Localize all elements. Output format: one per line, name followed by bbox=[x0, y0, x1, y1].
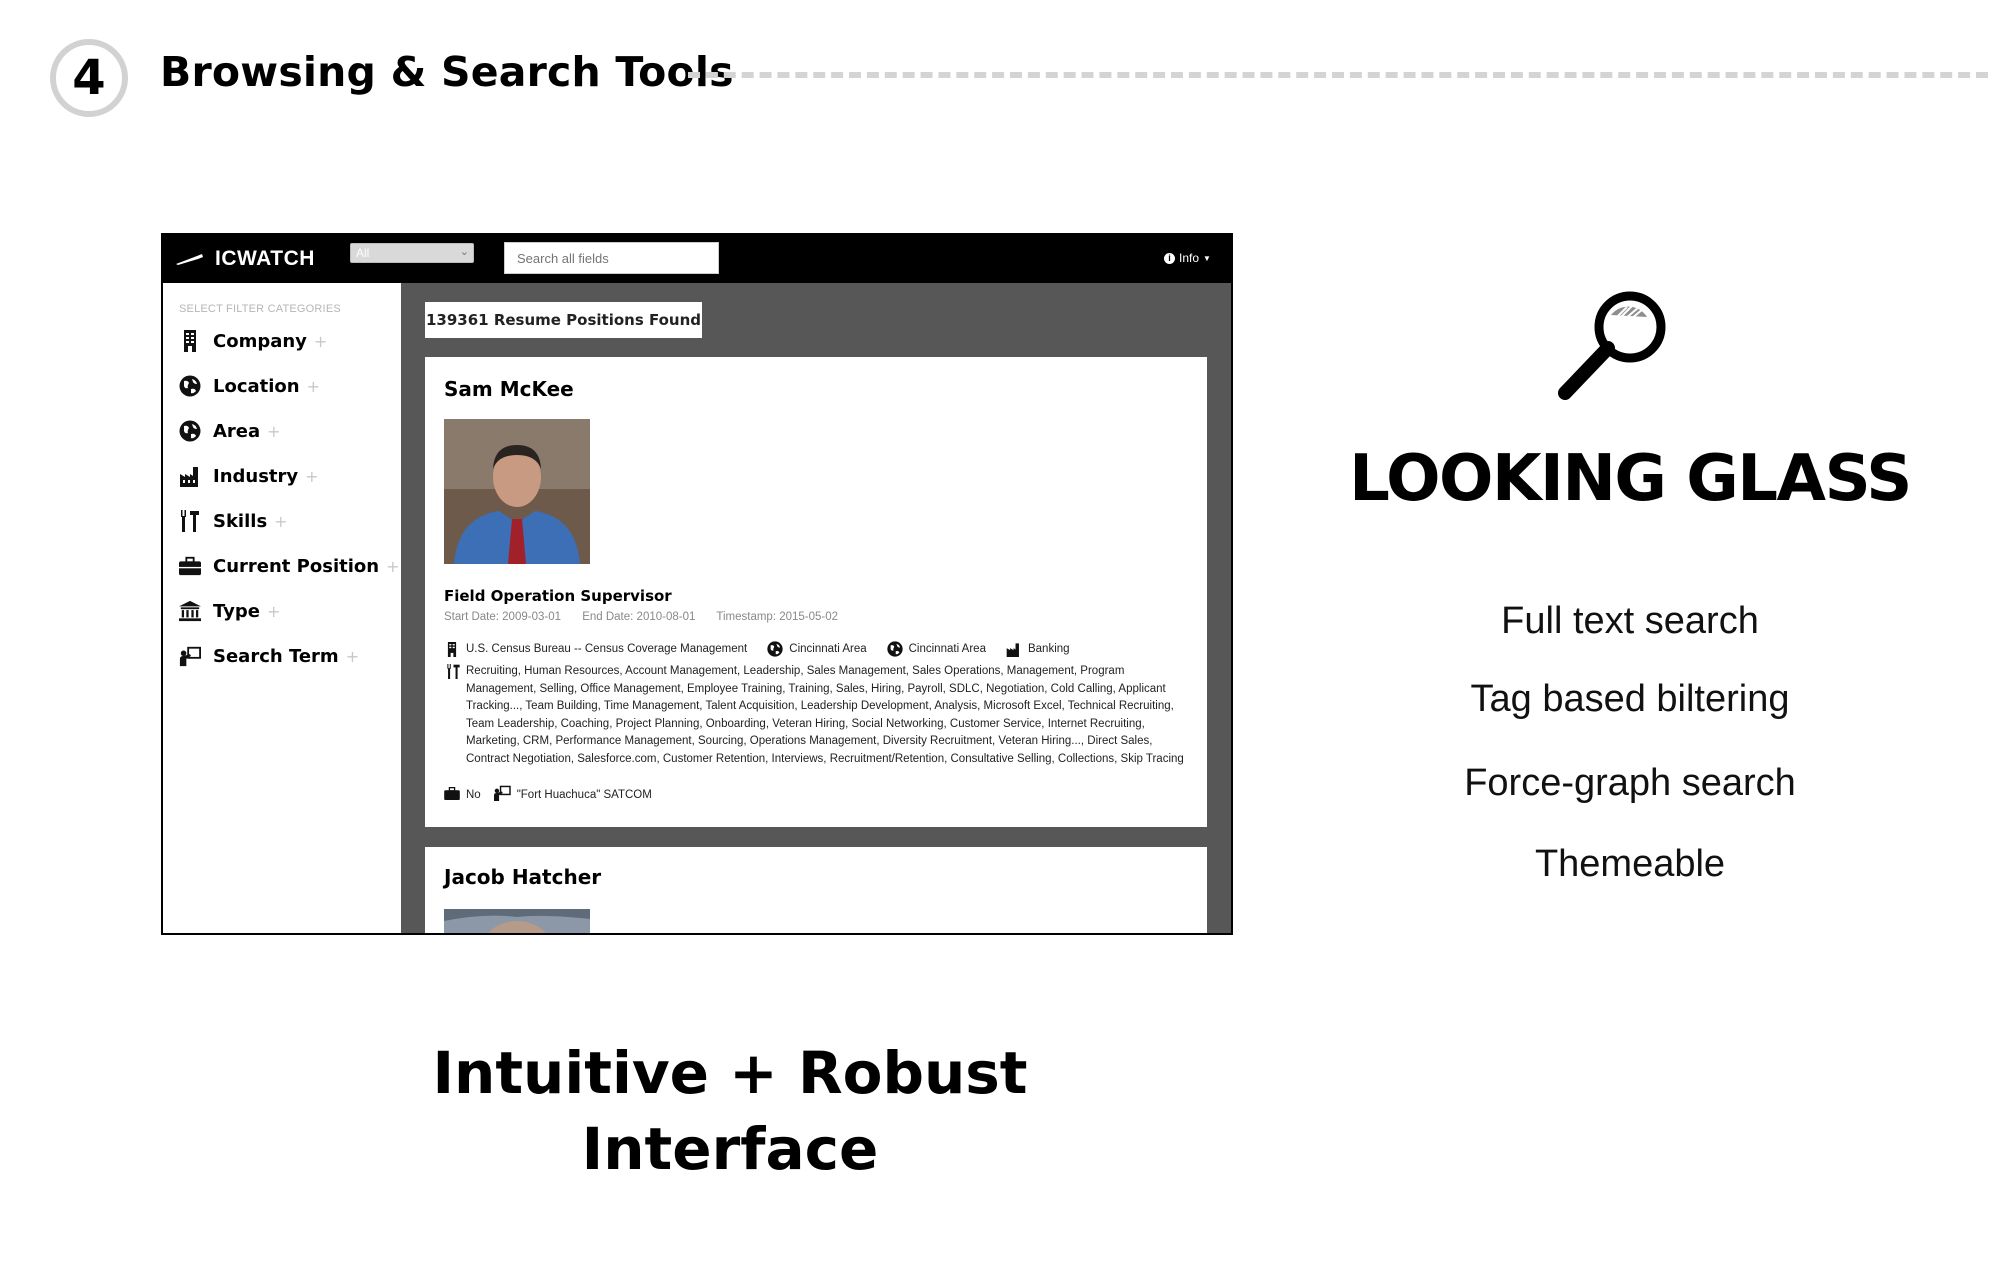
industry-tag[interactable]: Banking bbox=[1028, 643, 1070, 655]
plus-icon: + bbox=[274, 511, 288, 531]
filter-search-term[interactable]: Search Term + bbox=[179, 643, 359, 669]
filter-sidebar: SELECT FILTER CATEGORIES Company + Locati… bbox=[163, 283, 401, 933]
magnifier-icon bbox=[1555, 285, 1675, 405]
company-tag[interactable]: U.S. Census Bureau -- Census Coverage Ma… bbox=[466, 643, 747, 655]
filter-area[interactable]: Area + bbox=[179, 418, 281, 444]
person-name[interactable]: Sam McKee bbox=[444, 377, 574, 401]
briefcase-icon bbox=[444, 786, 460, 803]
category-select-value: All bbox=[356, 246, 370, 260]
position-dates: Start Date: 2009-03-01 End Date: 2010-08… bbox=[444, 611, 856, 623]
globe-icon bbox=[767, 641, 783, 657]
search-input[interactable] bbox=[504, 242, 719, 274]
navbar: ICWATCH All ⌄ i Info ▼ bbox=[163, 235, 1231, 283]
person-name[interactable]: Jacob Hatcher bbox=[444, 865, 601, 889]
presenter-icon bbox=[493, 785, 511, 804]
chevron-down-icon: ⌄ bbox=[459, 246, 469, 258]
filter-label: Company bbox=[213, 330, 307, 352]
position-title: Field Operation Supervisor bbox=[444, 587, 672, 605]
plus-icon: + bbox=[267, 421, 281, 441]
plus-icon: + bbox=[313, 331, 328, 351]
info-menu-label: Info bbox=[1179, 251, 1200, 265]
plus-icon: + bbox=[306, 376, 321, 396]
step-number: 4 bbox=[72, 50, 106, 106]
step-number-badge: 4 bbox=[50, 39, 128, 117]
info-icon: i bbox=[1164, 252, 1175, 264]
area-tag[interactable]: Cincinnati Area bbox=[909, 643, 986, 655]
filter-label: Industry bbox=[213, 465, 299, 487]
start-date: Start Date: 2009-03-01 bbox=[444, 611, 561, 623]
results-count: 139361 Resume Positions Found bbox=[425, 302, 702, 338]
filter-label: Type bbox=[213, 600, 260, 622]
factory-icon bbox=[1006, 641, 1022, 657]
briefcase-icon bbox=[179, 555, 201, 577]
result-card[interactable]: Jacob Hatcher bbox=[425, 847, 1207, 933]
category-select[interactable]: All ⌄ bbox=[350, 243, 474, 263]
plus-icon: + bbox=[345, 646, 360, 666]
presenter-icon bbox=[179, 645, 201, 667]
end-date: End Date: 2010-08-01 bbox=[582, 611, 696, 623]
globe-icon bbox=[179, 375, 201, 397]
tagline-line: Intuitive + Robust bbox=[432, 1039, 1028, 1107]
timestamp: Timestamp: 2015-05-02 bbox=[716, 611, 839, 623]
tools-icon bbox=[179, 510, 201, 532]
feature-item: Themeable bbox=[1534, 843, 1726, 885]
filter-type[interactable]: Type + bbox=[179, 598, 280, 624]
filter-label: Skills bbox=[213, 510, 268, 532]
product-name: LOOKING GLASS bbox=[1349, 442, 1912, 516]
plus-icon: + bbox=[305, 466, 319, 486]
filter-label: Current Position bbox=[213, 555, 380, 577]
search-term-tag[interactable]: "Fort Huachuca" SATCOM bbox=[517, 789, 652, 801]
filter-location[interactable]: Location + bbox=[179, 373, 320, 399]
globe-icon bbox=[179, 420, 201, 442]
filter-label: Search Term bbox=[213, 645, 339, 667]
info-menu[interactable]: i Info ▼ bbox=[1164, 251, 1211, 265]
result-card[interactable]: Sam McKee Field Operation Supervisor Sta… bbox=[425, 357, 1207, 827]
tools-icon bbox=[444, 664, 462, 681]
globe-icon bbox=[886, 641, 903, 657]
plus-icon: + bbox=[266, 601, 281, 621]
feature-item: Force-graph search bbox=[1464, 762, 1796, 804]
building-icon bbox=[179, 330, 201, 352]
profile-photo bbox=[444, 909, 590, 933]
filter-industry[interactable]: Industry + bbox=[179, 463, 319, 489]
feature-item: Tag based biltering bbox=[1470, 678, 1790, 720]
feature-item: Full text search bbox=[1501, 600, 1759, 642]
title-divider bbox=[688, 72, 1988, 78]
tag-row: No "Fort Huachuca" SATCOM bbox=[444, 785, 652, 804]
current-position-tag[interactable]: No bbox=[466, 789, 481, 801]
skills-tags: Recruiting, Human Resources, Account Man… bbox=[444, 663, 1204, 768]
factory-icon bbox=[179, 465, 201, 487]
filter-current-position[interactable]: Current Position + bbox=[179, 553, 399, 579]
bank-icon bbox=[179, 600, 201, 622]
brand-name: ICWATCH bbox=[215, 247, 315, 270]
filter-skills[interactable]: Skills + bbox=[179, 508, 288, 534]
app-window: ICWATCH All ⌄ i Info ▼ SELECT FILTER CAT… bbox=[161, 233, 1233, 935]
telescope-icon bbox=[176, 254, 203, 265]
tagline-line: Interface bbox=[581, 1115, 879, 1183]
caret-down-icon: ▼ bbox=[1203, 253, 1211, 263]
location-tag[interactable]: Cincinnati Area bbox=[789, 643, 866, 655]
brand-logo[interactable]: ICWATCH bbox=[175, 245, 315, 273]
profile-photo bbox=[444, 419, 590, 564]
slide-title: Browsing & Search Tools bbox=[160, 48, 734, 96]
plus-icon: + bbox=[386, 556, 400, 576]
slide-tagline: Intuitive + Robust Interface bbox=[340, 1035, 1120, 1187]
filter-company[interactable]: Company + bbox=[179, 328, 327, 354]
skills-list[interactable]: Recruiting, Human Resources, Account Man… bbox=[462, 663, 1186, 768]
filter-label: Location bbox=[213, 375, 300, 397]
filter-label: Area bbox=[213, 420, 261, 442]
filter-heading: SELECT FILTER CATEGORIES bbox=[179, 303, 341, 315]
building-icon bbox=[444, 641, 460, 657]
tag-row: U.S. Census Bureau -- Census Coverage Ma… bbox=[444, 641, 1070, 657]
